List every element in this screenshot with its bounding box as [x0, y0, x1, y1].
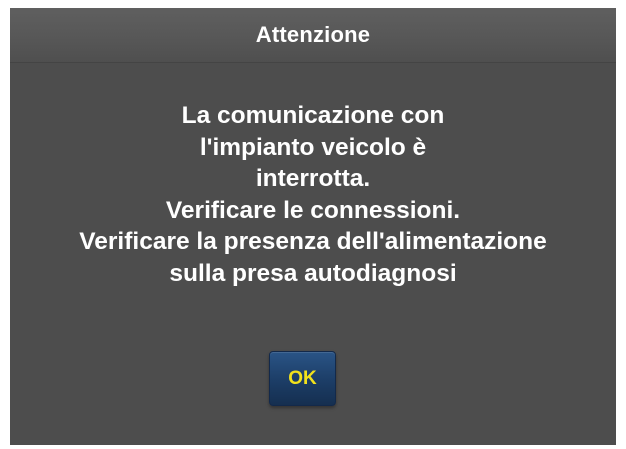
- message-line: interrotta.: [255, 165, 371, 193]
- ok-button-label: OK: [288, 367, 317, 389]
- message-line: Verificare le connessioni.: [165, 196, 461, 224]
- dialog-title-bar: Attenzione: [10, 8, 616, 63]
- dialog-message: La comunicazione con l'impianto veicolo …: [10, 100, 616, 290]
- message-line: La comunicazione con: [181, 102, 445, 129]
- alert-dialog: Attenzione La comunicazione con l'impian…: [10, 8, 616, 445]
- message-line: l'impianto veicolo è: [199, 133, 427, 161]
- message-line: Verificare la presenza dell'alimentazion…: [79, 228, 547, 256]
- ok-button[interactable]: OK: [269, 351, 336, 406]
- dialog-title: Attenzione: [255, 22, 371, 47]
- message-line: sulla presa autodiagnosi: [169, 259, 457, 287]
